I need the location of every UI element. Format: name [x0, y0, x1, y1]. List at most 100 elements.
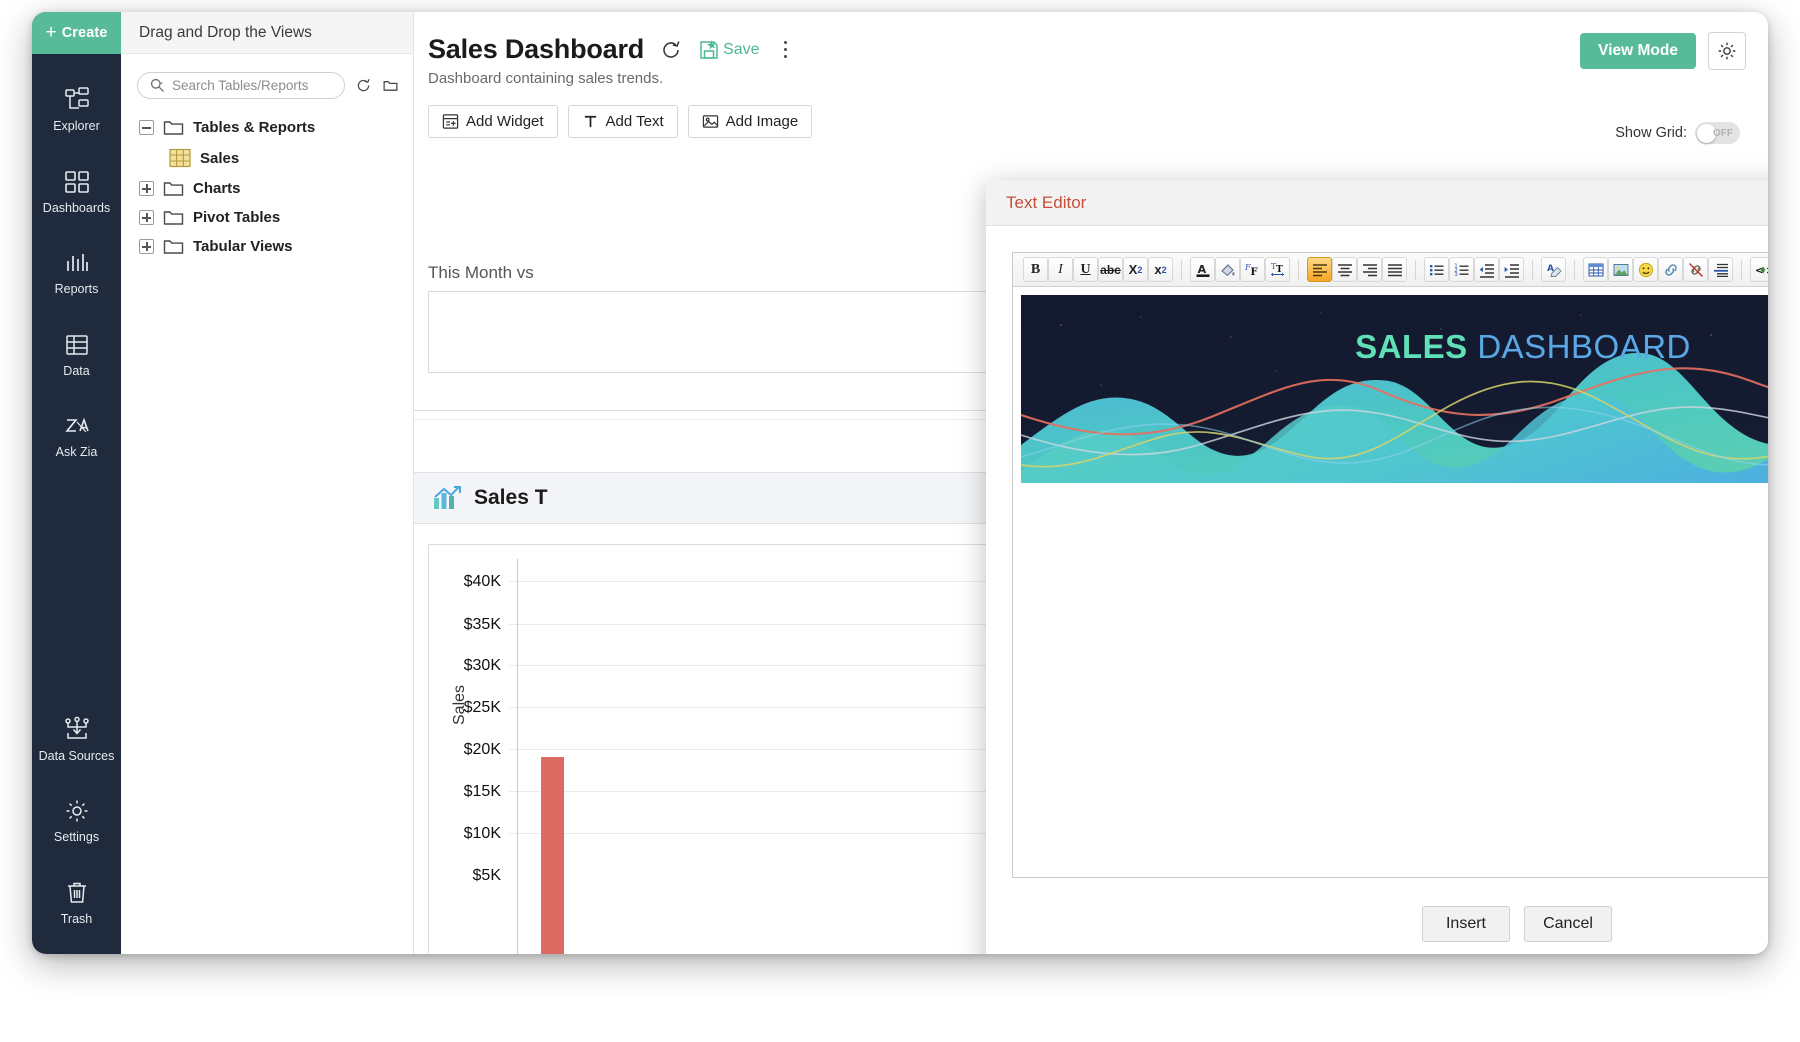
refresh-icon[interactable]	[355, 77, 372, 94]
font-color-button[interactable]: A	[1190, 257, 1215, 282]
sidebar-item-explorer[interactable]: Explorer	[32, 72, 121, 139]
underline-button[interactable]: U	[1073, 257, 1098, 282]
expand-toggle-icon[interactable]	[139, 210, 154, 225]
banner-title-secondary: DASHBOARD	[1477, 328, 1691, 365]
svg-text:F: F	[1250, 267, 1257, 278]
insert-button[interactable]: Insert	[1422, 906, 1510, 942]
explorer-icon	[63, 86, 91, 114]
align-center-button[interactable]	[1332, 257, 1357, 282]
add-image-button[interactable]: Add Image	[688, 105, 813, 138]
tree-item-label: Tables & Reports	[193, 119, 315, 136]
show-grid-toggle[interactable]: OFF	[1695, 122, 1740, 144]
superscript-button[interactable]: x2	[1148, 257, 1173, 282]
refresh-icon[interactable]	[660, 39, 682, 61]
tree-item-tables-reports[interactable]: Tables & Reports	[121, 113, 413, 142]
data-sources-icon	[63, 716, 91, 744]
horizontal-rule-button[interactable]	[1708, 257, 1733, 282]
outdent-button[interactable]	[1474, 257, 1499, 282]
add-image-label: Add Image	[726, 113, 799, 130]
clear-formatting-button[interactable]: A	[1541, 257, 1566, 282]
toolbar-separator	[1741, 260, 1742, 280]
y-axis-tick: $15K	[429, 783, 501, 801]
view-mode-button[interactable]: View Mode	[1580, 33, 1696, 69]
tree-item-charts[interactable]: Charts	[121, 174, 413, 203]
screen: + Create Explorer	[0, 0, 1800, 1042]
kebab-menu-icon[interactable]	[776, 41, 796, 59]
add-text-button[interactable]: Add Text	[568, 105, 678, 138]
sidebar-item-dashboards[interactable]: Dashboards	[32, 154, 121, 221]
sidebar-item-data[interactable]: Data	[32, 317, 121, 384]
remove-link-button[interactable]	[1683, 257, 1708, 282]
save-button[interactable]: Save	[698, 39, 759, 61]
sidebar-item-label: Settings	[54, 831, 99, 844]
sidebar-item-data-sources[interactable]: Data Sources	[32, 702, 121, 769]
bullet-list-button[interactable]	[1424, 257, 1449, 282]
toolbar-group-lists: 123	[1420, 257, 1528, 282]
insert-link-button[interactable]	[1658, 257, 1683, 282]
insert-image-button[interactable]	[1608, 257, 1633, 282]
bold-button[interactable]: B	[1023, 257, 1048, 282]
page-subtitle: Dashboard containing sales trends.	[428, 70, 1742, 87]
font-family-button[interactable]: FF	[1240, 257, 1265, 282]
title-row: Sales Dashboard	[428, 34, 1742, 65]
tree-item-pivot-tables[interactable]: Pivot Tables	[121, 203, 413, 232]
subscript-button[interactable]: X2	[1123, 257, 1148, 282]
banner-title-primary: SALES	[1355, 328, 1468, 365]
settings-button[interactable]	[1708, 32, 1746, 70]
sidebar-item-ask-zia[interactable]: Ask Zia	[32, 398, 121, 465]
sidebar-item-trash[interactable]: Trash	[32, 865, 121, 932]
insert-emoji-button[interactable]	[1633, 257, 1658, 282]
search-icon	[149, 77, 166, 94]
create-button[interactable]: + Create	[32, 12, 121, 54]
align-justify-button[interactable]	[1382, 257, 1407, 282]
toolbar-group-text-style: B I U abc X2 x2	[1019, 257, 1177, 282]
font-size-button[interactable]: TT	[1265, 257, 1290, 282]
bar-series-point[interactable]	[541, 757, 564, 954]
settings-gear-icon	[63, 797, 91, 825]
insert-table-button[interactable]	[1583, 257, 1608, 282]
italic-button[interactable]: I	[1048, 257, 1073, 282]
tree-item-label: Charts	[193, 180, 241, 197]
insert-code-button[interactable]: <>	[1750, 257, 1768, 282]
y-axis-tick: $20K	[429, 741, 501, 759]
text-icon	[582, 113, 599, 130]
app-window: + Create Explorer	[32, 12, 1768, 954]
expand-toggle-icon[interactable]	[139, 181, 154, 196]
cancel-button[interactable]: Cancel	[1524, 906, 1612, 942]
dashboard-main: Sales Dashboard	[414, 12, 1768, 954]
explorer-panel: Drag and Drop the Views Search Tables/Re…	[121, 12, 414, 954]
rail-bottom-items: Data Sources Settings	[32, 702, 121, 947]
image-icon	[702, 113, 719, 130]
align-right-button[interactable]	[1357, 257, 1382, 282]
expand-toggle-icon[interactable]	[139, 239, 154, 254]
data-icon	[63, 331, 91, 359]
tree-item-sales[interactable]: Sales	[121, 142, 413, 174]
editor-content-area[interactable]: SALES DASHBOARD	[1013, 287, 1768, 877]
toggle-state-label: OFF	[1713, 128, 1733, 139]
numbered-list-button[interactable]: 123	[1449, 257, 1474, 282]
indent-button[interactable]	[1499, 257, 1524, 282]
explorer-header: Drag and Drop the Views	[121, 12, 413, 54]
toolbar-separator	[1415, 260, 1416, 280]
align-left-button[interactable]	[1307, 257, 1332, 282]
add-widget-button[interactable]: Add Widget	[428, 105, 558, 138]
chart-growth-icon	[432, 484, 462, 512]
folder-icon[interactable]	[382, 77, 399, 94]
widget-title: Sales T	[474, 486, 548, 510]
tree-item-tabular-views[interactable]: Tabular Views	[121, 232, 413, 261]
dashboards-icon	[63, 168, 91, 196]
create-label: Create	[62, 25, 108, 41]
strikethrough-button[interactable]: abc	[1098, 257, 1123, 282]
sidebar-item-reports[interactable]: Reports	[32, 235, 121, 302]
banner-image[interactable]: SALES DASHBOARD	[1021, 295, 1768, 483]
search-input[interactable]: Search Tables/Reports	[137, 72, 345, 99]
left-nav-rail: + Create Explorer	[32, 12, 121, 954]
collapse-toggle-icon[interactable]	[139, 120, 154, 135]
add-widget-label: Add Widget	[466, 113, 544, 130]
sidebar-item-label: Reports	[55, 283, 99, 296]
search-placeholder: Search Tables/Reports	[172, 78, 308, 93]
background-color-button[interactable]	[1215, 257, 1240, 282]
sidebar-item-settings[interactable]: Settings	[32, 783, 121, 850]
view-mode-group: View Mode	[1580, 32, 1746, 70]
search-row: Search Tables/Reports	[121, 72, 413, 99]
